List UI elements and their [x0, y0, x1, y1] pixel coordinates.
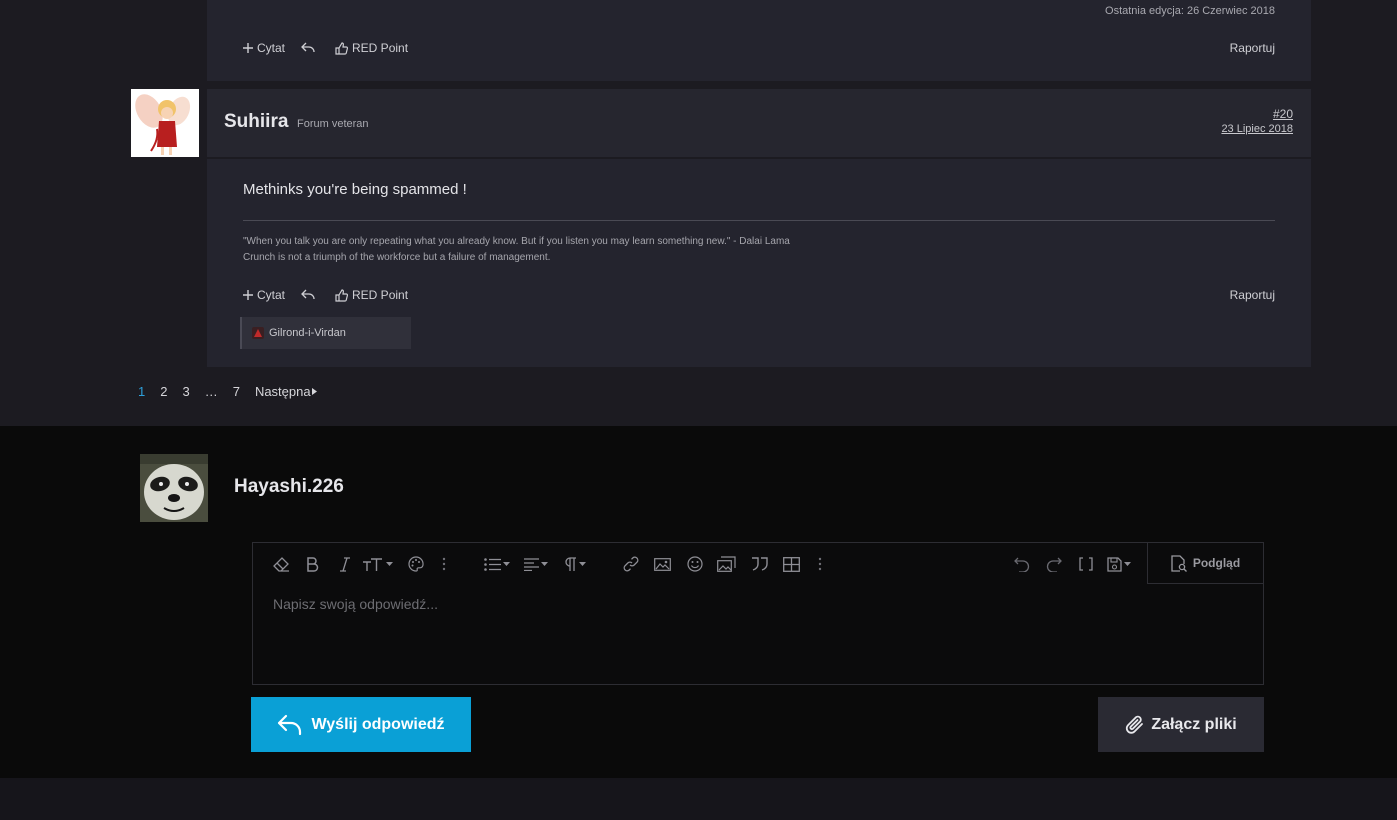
post-content: Methinks you're being spammed !	[243, 181, 467, 198]
reply-arrow-icon	[278, 714, 302, 735]
thread-area: Ostatnia edycja: 26 Czerwiec 2018 Cytat …	[0, 0, 1397, 426]
reply-button[interactable]	[301, 42, 319, 54]
user-rank: Forum veteran	[297, 118, 369, 130]
next-page-link[interactable]: Następna	[255, 384, 317, 399]
italic-icon[interactable]	[339, 555, 351, 573]
plus-icon	[243, 43, 253, 53]
next-page-label: Następna	[254, 384, 311, 399]
avatar[interactable]	[131, 89, 199, 157]
reply-arrow-icon	[301, 289, 315, 300]
red-point-button[interactable]: RED Point	[335, 288, 408, 302]
page-link-current[interactable]: 1	[138, 384, 145, 399]
signature-line: "When you talk you are only repeating wh…	[243, 236, 790, 247]
reaction-user: Gilrond-i-Virdan	[269, 327, 346, 339]
more-options-icon[interactable]	[818, 555, 822, 573]
reaction-avatar-icon	[252, 327, 264, 339]
report-link[interactable]: Raportuj	[1230, 288, 1275, 302]
red-point-label: RED Point	[352, 41, 409, 55]
paragraph-icon[interactable]	[564, 555, 586, 573]
palette-icon[interactable]	[408, 555, 424, 573]
reply-button[interactable]	[301, 289, 319, 301]
fairy-avatar-image	[131, 89, 199, 157]
eraser-icon[interactable]	[273, 555, 290, 573]
previous-post: Ostatnia edycja: 26 Czerwiec 2018 Cytat …	[207, 0, 1311, 81]
caret-down-icon	[1124, 562, 1131, 566]
reply-input[interactable]: Napisz swoją odpowiedź...	[273, 596, 438, 612]
preview-label: Podgląd	[1192, 556, 1241, 570]
page-link[interactable]: 2	[160, 384, 167, 399]
caret-down-icon	[386, 562, 393, 566]
red-point-label: RED Point	[352, 288, 409, 302]
quote-label: Cytat	[257, 288, 286, 302]
post-actions: Cytat RED Point Raportuj	[243, 41, 1275, 55]
signature-line: Crunch is not a triumph of the workforce…	[243, 252, 551, 263]
attach-files-label: Załącz pliki	[1151, 715, 1237, 733]
post-date-link[interactable]: 23 Lipiec 2018	[1221, 123, 1293, 135]
image-icon[interactable]	[654, 555, 671, 573]
document-search-icon	[1171, 554, 1187, 572]
paperclip-icon	[1126, 715, 1144, 734]
bold-icon[interactable]	[306, 555, 319, 573]
pagination: 1 2 3 … 7 Następna	[138, 384, 332, 399]
reply-arrow-icon	[301, 42, 315, 53]
red-point-button[interactable]: RED Point	[335, 41, 408, 55]
preview-button[interactable]: Podgląd	[1147, 542, 1264, 584]
signature: "When you talk you are only repeating wh…	[243, 234, 790, 266]
align-icon[interactable]	[524, 555, 548, 573]
reply-editor[interactable]: Podgląd Napisz swoją odpowiedź...	[252, 542, 1264, 685]
send-reply-label: Wyślij odpowiedź	[311, 715, 445, 733]
page-ellipsis[interactable]: …	[205, 384, 218, 399]
post-body: Methinks you're being spammed ! "When yo…	[207, 159, 1311, 367]
caret-down-icon	[503, 562, 510, 566]
post-number-link[interactable]: #20	[1273, 107, 1293, 121]
table-icon[interactable]	[783, 555, 800, 573]
triangle-right-icon	[311, 388, 317, 395]
panda-avatar-image	[140, 454, 208, 522]
thumbs-up-icon	[335, 41, 349, 55]
undo-icon[interactable]	[1014, 555, 1030, 573]
media-gallery-icon[interactable]	[717, 555, 736, 573]
emoji-icon[interactable]	[687, 555, 703, 573]
send-reply-button[interactable]: Wyślij odpowiedź	[251, 697, 471, 752]
post-actions: Cytat RED Point Raportuj	[243, 288, 1275, 302]
plus-icon	[243, 290, 253, 300]
last-edit-note: Ostatnia edycja: 26 Czerwiec 2018	[1105, 5, 1275, 17]
quote-button[interactable]: Cytat	[243, 288, 285, 302]
reply-username: Hayashi.226	[234, 476, 344, 497]
quote-icon[interactable]	[751, 555, 769, 573]
quote-button[interactable]: Cytat	[243, 41, 285, 55]
caret-down-icon	[579, 562, 586, 566]
post-header: Suhiira Forum veteran #20 23 Lipiec 2018	[207, 89, 1311, 157]
save-draft-icon[interactable]	[1107, 555, 1131, 573]
text-size-icon[interactable]	[362, 555, 393, 573]
attach-files-button[interactable]: Załącz pliki	[1098, 697, 1264, 752]
list-icon[interactable]	[484, 555, 510, 573]
report-link[interactable]: Raportuj	[1230, 41, 1275, 55]
post-username[interactable]: Suhiira	[224, 111, 288, 133]
reaction-list[interactable]: Gilrond-i-Virdan	[240, 317, 411, 349]
thumbs-up-icon	[335, 288, 349, 302]
page-link[interactable]: 3	[182, 384, 189, 399]
link-icon[interactable]	[623, 555, 639, 573]
signature-divider	[243, 220, 1275, 221]
reply-section: Hayashi.226 Podgląd Napisz swoją odpowie…	[0, 426, 1397, 778]
redo-icon[interactable]	[1046, 555, 1062, 573]
caret-down-icon	[541, 562, 548, 566]
quote-label: Cytat	[257, 41, 286, 55]
avatar[interactable]	[140, 454, 208, 522]
editor-toolbar: Podgląd	[253, 542, 1264, 584]
brackets-icon[interactable]	[1079, 555, 1093, 573]
page-link[interactable]: 7	[233, 384, 240, 399]
more-options-icon[interactable]	[442, 555, 446, 573]
